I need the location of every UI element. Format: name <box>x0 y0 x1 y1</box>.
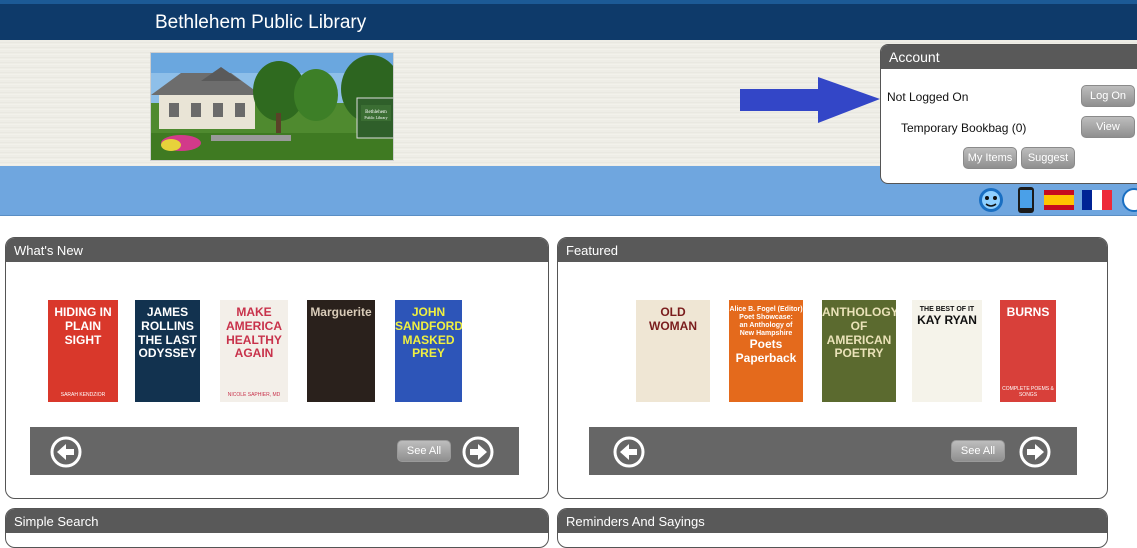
french-flag-icon[interactable] <box>1082 190 1112 210</box>
simple-search-title: Simple Search <box>6 509 548 533</box>
mobile-phone-icon[interactable] <box>1018 187 1034 213</box>
account-panel: Account Not Logged On Temporary Bookbag … <box>880 44 1137 184</box>
book-title-line: HIDING IN <box>54 305 112 319</box>
book-cover[interactable]: MAKE AMERICA HEALTHY AGAIN NICOLE SAPHIER, M… <box>220 300 288 402</box>
book-title-line: ROLLINS <box>141 318 194 333</box>
whats-new-title: What's New <box>6 238 548 262</box>
help-icon[interactable] <box>1122 188 1137 212</box>
site-title[interactable]: Bethlehem Public Library <box>155 12 366 34</box>
book-title-line: OF <box>850 318 868 333</box>
reminders-panel: Reminders And Sayings <box>557 508 1108 548</box>
book-cover[interactable]: OLD WOMAN <box>636 300 710 402</box>
book-title-line: MASKED <box>402 332 455 347</box>
book-cover[interactable]: Marguerite <box>307 300 375 402</box>
suggest-button[interactable]: Suggest <box>1021 147 1075 169</box>
next-arrow-icon[interactable] <box>462 436 494 468</box>
whats-new-panel: What's New HIDING IN PLAIN SIGHT SARAH KEN… <box>5 237 549 499</box>
whats-new-see-all-button[interactable]: See All <box>397 440 451 462</box>
book-title-line: POETRY <box>834 346 884 361</box>
top-bar: Bethlehem Public Library <box>0 0 1137 40</box>
my-items-button[interactable]: My Items <box>963 147 1017 169</box>
book-title-line: SANDFORD <box>395 318 462 333</box>
book-title-line: JAMES <box>146 305 189 319</box>
book-title-line: OLD WOMAN <box>649 305 697 333</box>
featured-controls: See All <box>589 427 1077 475</box>
book-title-line: Paperback <box>735 350 797 365</box>
library-photo: Bethlehem Public Library <box>150 52 394 161</box>
previous-arrow-icon[interactable] <box>613 436 645 468</box>
login-status: Not Logged On <box>887 90 969 104</box>
log-on-button[interactable]: Log On <box>1081 85 1135 107</box>
featured-see-all-button[interactable]: See All <box>951 440 1005 462</box>
book-author: SARAH KENDZIOR <box>60 392 106 398</box>
book-title-line: AMERICAN <box>826 332 892 347</box>
book-title-line: BURNS <box>1006 305 1050 319</box>
book-title-line: KAY RYAN <box>917 313 977 328</box>
book-title-line: AMERICA <box>226 318 282 333</box>
accessibility-icon[interactable] <box>979 188 1003 212</box>
book-title-line: Poet Showcase: <box>739 314 793 322</box>
whats-new-controls: See All <box>30 427 519 475</box>
book-title-line: Poets <box>749 337 783 352</box>
book-author: COMPLETE POEMS & SONGS <box>1002 386 1054 398</box>
simple-search-panel: Simple Search <box>5 508 549 548</box>
book-author: NICOLE SAPHIER, MD <box>227 392 281 398</box>
book-title-line: THE LAST <box>138 332 197 347</box>
book-title-line: MAKE <box>236 305 272 319</box>
book-title-line: AGAIN <box>234 346 274 361</box>
book-cover[interactable]: JOHN SANDFORD MASKED PREY <box>395 300 462 402</box>
book-title-line: an Anthology of <box>739 322 793 330</box>
book-title-line: ODYSSEY <box>138 346 197 361</box>
book-cover[interactable]: THE BEST OF IT KAY RYAN <box>912 300 982 402</box>
book-title-line: Alice B. Fogel (Editor) <box>729 306 803 313</box>
utility-icons <box>978 186 1137 214</box>
book-title-line: JOHN <box>411 305 446 319</box>
book-cover[interactable]: JAMES ROLLINS THE LAST ODYSSEY <box>135 300 200 402</box>
featured-title: Featured <box>558 238 1107 262</box>
book-cover[interactable]: HIDING IN PLAIN SIGHT SARAH KENDZIOR <box>48 300 118 402</box>
pointer-arrow-icon <box>740 77 880 123</box>
book-cover[interactable]: Alice B. Fogel (Editor) Poet Showcase: an … <box>729 300 803 402</box>
book-cover[interactable]: BURNS COMPLETE POEMS & SONGS <box>1000 300 1056 402</box>
book-cover[interactable]: ANTHOLOGY OF AMERICAN POETRY <box>822 300 896 402</box>
book-title-line: PREY <box>412 346 445 361</box>
previous-arrow-icon[interactable] <box>50 436 82 468</box>
svg-text:Public Library: Public Library <box>364 115 387 120</box>
spanish-flag-icon[interactable] <box>1044 190 1074 210</box>
reminders-title: Reminders And Sayings <box>558 509 1107 533</box>
account-heading: Account <box>881 45 1137 69</box>
view-bookbag-button[interactable]: View <box>1081 116 1135 138</box>
book-title-line: Marguerite <box>310 305 372 319</box>
book-title-line: ANTHOLOGY <box>822 305 896 319</box>
book-title-line: PLAIN SIGHT <box>64 318 102 347</box>
featured-panel: Featured OLD WOMAN Alice B. Fogel (Editor… <box>557 237 1108 499</box>
bookbag-status: Temporary Bookbag (0) <box>901 121 1027 135</box>
book-title-line: HEALTHY <box>226 332 282 347</box>
next-arrow-icon[interactable] <box>1019 436 1051 468</box>
